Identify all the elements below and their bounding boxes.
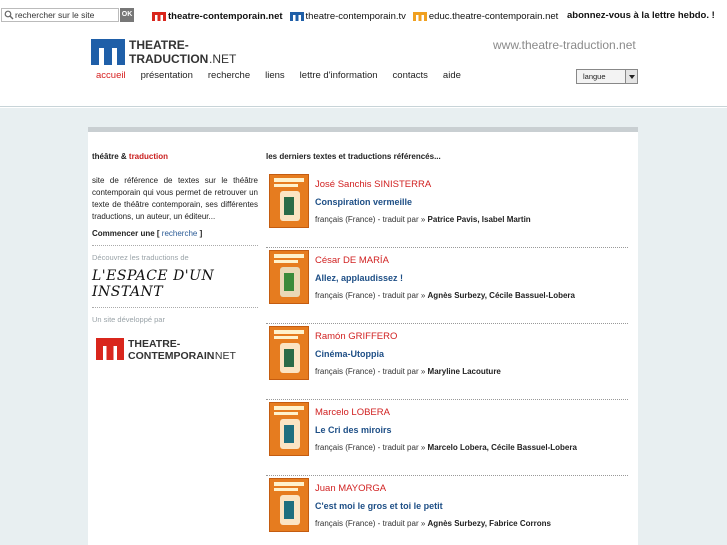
nav-recherche[interactable]: recherche [208,70,250,81]
tc-logo-icon [152,11,166,21]
nav-aide[interactable]: aide [443,70,461,81]
divider [92,307,258,308]
list-item: Juan MAYORGA C'est moi le gros et toi le… [266,476,628,545]
search-icon [4,10,14,20]
divider [92,245,258,246]
nav-lettre[interactable]: lettre d'information [300,70,378,81]
top-bar: OK theatre-contemporain.net theatre-cont… [0,0,727,30]
title-link[interactable]: C'est moi le gros et toi le petit [315,501,443,511]
newsletter-link[interactable]: abonnez-vous à la lettre hebdo. ! [567,10,715,21]
espace-dun-instant-logo[interactable]: L'ESPACE D'UN INSTANT [92,268,258,300]
educ-logo-icon [412,11,427,21]
search-ok-button[interactable]: OK [120,8,134,22]
site-header: THEATRE- TRADUCTION .NET www.theatre-tra… [0,30,727,107]
list-item: César DE MARÍA Allez, applaudissez ! fra… [266,248,628,324]
tc-logo-suffix: .NET [212,350,237,362]
list-item: Ramón GRIFFERO Cinéma-Utoppia français (… [266,324,628,400]
network-links: theatre-contemporain.net theatre-contemp… [152,10,565,22]
intro-heading: théâtre & traduction [92,152,169,161]
link-label: theatre-contemporain.tv [305,10,406,22]
logo-line1: THEATRE- [129,38,189,52]
search-input[interactable] [15,9,118,21]
theatre-contemporain-logo[interactable]: THEATRE- CONTEMPORAIN .NET [92,334,242,364]
tc-logo-line2: CONTEMPORAIN [128,350,214,362]
book-cover[interactable] [269,478,309,532]
discover-label: Découvrez les traductions de [92,253,189,262]
nav-presentation[interactable]: présentation [141,70,193,81]
author-link[interactable]: César DE MARÍA [315,255,389,266]
translation-meta: français (France) - traduit par » Marcel… [315,443,577,452]
main-content: théâtre & traduction site de référence d… [88,127,638,545]
start-search-cta: Commencer une [ recherche ] [92,229,203,238]
link-educ[interactable]: educ.theatre-contemporain.net [412,10,559,22]
link-theatre-contemporain-tv[interactable]: theatre-contemporain.tv [289,10,406,22]
logo-line2: TRADUCTION [129,52,208,66]
title-link[interactable]: Cinéma-Utoppia [315,349,384,359]
translation-meta: français (France) - traduit par » Maryli… [315,367,501,376]
title-link[interactable]: Allez, applaudissez ! [315,273,403,283]
nav-accueil[interactable]: accueil [96,70,126,81]
link-theatre-contemporain-net[interactable]: theatre-contemporain.net [152,11,283,22]
author-link[interactable]: Ramón GRIFFERO [315,331,397,342]
left-column: théâtre & traduction site de référence d… [92,152,258,366]
list-item: José Sanchis SINISTERRA Conspiration ver… [266,172,628,248]
nav-liens[interactable]: liens [265,70,285,81]
tc-logo-line1: THEATRE- [128,338,181,350]
translation-meta: français (France) - traduit par » Agnès … [315,519,551,528]
nav-contacts[interactable]: contacts [393,70,428,81]
book-cover[interactable] [269,250,309,304]
author-link[interactable]: Juan MAYORGA [315,483,386,494]
author-link[interactable]: José Sanchis SINISTERRA [315,179,431,190]
book-cover[interactable] [269,326,309,380]
link-label: educ.theatre-contemporain.net [428,10,559,22]
translation-meta: français (France) - traduit par » Agnès … [315,291,575,300]
right-column: les derniers textes et traductions référ… [266,152,628,545]
author-link[interactable]: Marcelo LOBERA [315,407,390,418]
link-label: theatre-contemporain.net [168,10,283,22]
title-link[interactable]: Conspiration vermeille [315,197,412,207]
search-link[interactable]: recherche [162,229,198,238]
translation-meta: français (France) - traduit par » Patric… [315,215,531,224]
search-box[interactable] [1,8,119,22]
list-item: Marcelo LOBERA Le Cri des miroirs frança… [266,400,628,476]
title-link[interactable]: Le Cri des miroirs [315,425,392,435]
chevron-down-icon [625,70,637,83]
latest-heading: les derniers textes et traductions référ… [266,152,441,161]
site-url: www.theatre-traduction.net [493,38,636,52]
logo-suffix: .NET [209,52,237,66]
language-select-label: langue [583,72,606,81]
language-select[interactable]: langue [576,69,638,84]
book-cover[interactable] [269,174,309,228]
intro-description: site de référence de textes sur le théât… [92,176,258,221]
developed-by-label: Un site développé par [92,315,165,324]
theatre-traduction-logo[interactable]: THEATRE- TRADUCTION .NET [91,35,241,67]
book-cover[interactable] [269,402,309,456]
main-nav: accueil présentation recherche liens let… [96,70,476,81]
tv-logo-icon [289,11,304,21]
